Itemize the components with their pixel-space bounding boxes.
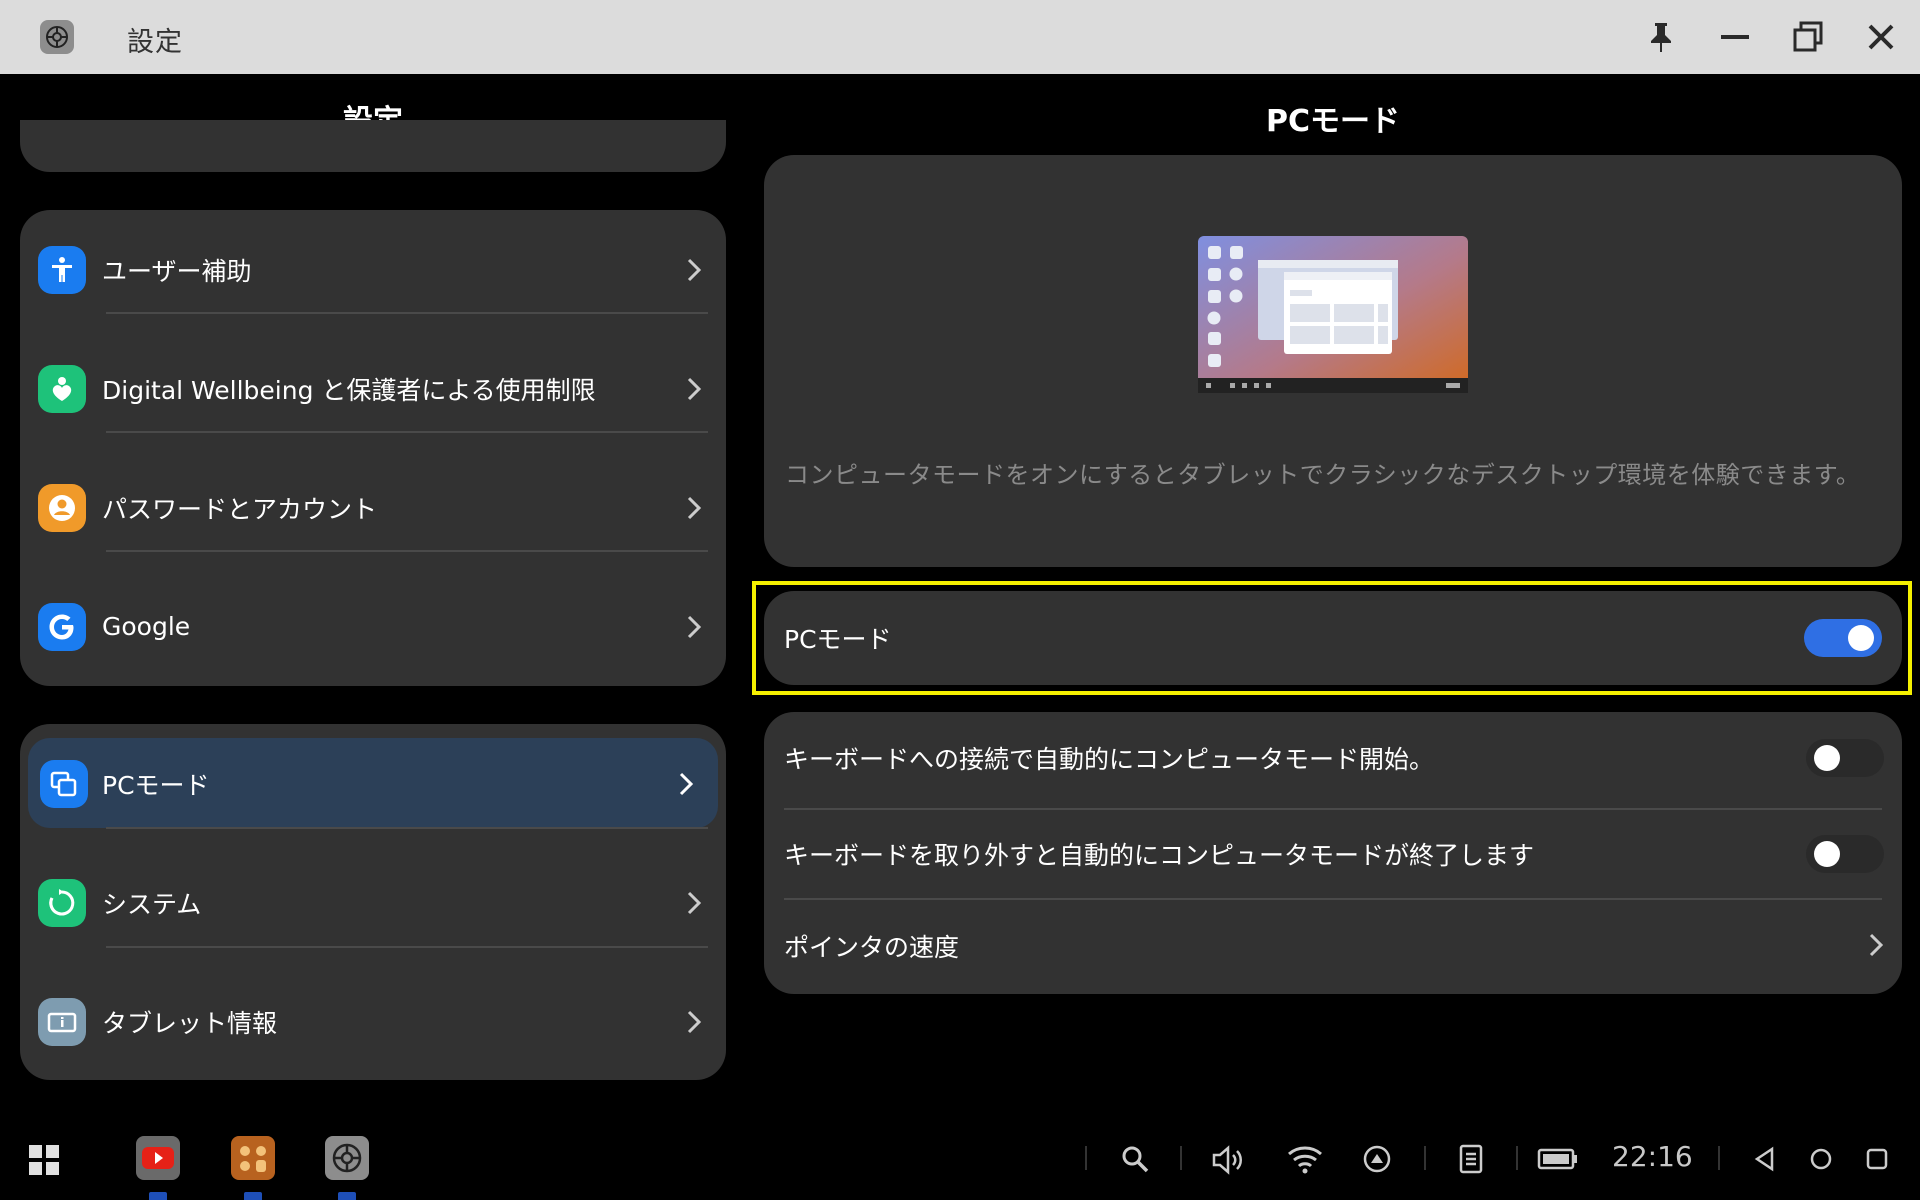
sidebar-item-google[interactable]: Google (20, 567, 726, 686)
search-button[interactable] (1118, 1142, 1152, 1176)
app-grid-button[interactable] (24, 1140, 64, 1180)
taskbar-divider (1718, 1146, 1720, 1170)
sidebar-item-label: パスワードとアカウント (102, 494, 378, 524)
pc-mode-options-card: キーボードへの接続で自動的にコンピュータモード開始。 キーボードを取り外すと自動… (764, 712, 1902, 994)
calculator-icon (231, 1136, 275, 1180)
settings-group-1: ユーザー補助 Digital Wellbeing と保護者による使用制限 パスワ… (20, 210, 726, 686)
wifi-button[interactable] (1286, 1142, 1324, 1178)
battery-indicator[interactable] (1536, 1144, 1580, 1174)
sidebar-item-label: ユーザー補助 (102, 256, 252, 286)
sidebar-item-label: システム (102, 889, 202, 919)
sidebar-item-label: Digital Wellbeing と保護者による使用制限 (102, 375, 596, 405)
taskbar-divider (1516, 1146, 1518, 1170)
sidebar-item-tablet-info[interactable]: タブレット情報 (20, 962, 726, 1080)
settings-app-icon (40, 20, 74, 54)
wellbeing-icon (38, 364, 86, 413)
divider (106, 312, 708, 314)
annotation-highlight-box (752, 581, 1912, 695)
chevron-right-icon (1868, 932, 1884, 962)
back-icon (1754, 1146, 1774, 1172)
settings-app[interactable] (325, 1136, 369, 1180)
account-icon (38, 483, 86, 532)
restore-button[interactable] (1785, 14, 1831, 60)
wifi-icon (1288, 1146, 1322, 1174)
toggle-knob (1814, 745, 1840, 771)
chevron-right-icon (680, 613, 708, 641)
auto-start-toggle[interactable] (1806, 739, 1884, 777)
desktop-illustration (1198, 236, 1468, 397)
home-button[interactable] (1806, 1144, 1836, 1174)
chevron-right-icon (680, 1008, 708, 1036)
running-indicator (338, 1192, 356, 1200)
back-button[interactable] (1750, 1144, 1780, 1174)
divider (106, 431, 708, 433)
chevron-right-icon (680, 256, 708, 284)
title-bar: 設定 (0, 0, 1920, 74)
notes-icon (1459, 1144, 1483, 1174)
home-icon (1810, 1148, 1832, 1170)
notes-button[interactable] (1456, 1142, 1486, 1176)
chevron-right-icon (680, 494, 708, 522)
sidebar-item-system[interactable]: システム (20, 843, 726, 962)
previous-settings-card (20, 120, 726, 172)
running-indicator (149, 1192, 167, 1200)
auto-start-on-keyboard-row[interactable]: キーボードへの接続で自動的にコンピュータモード開始。 (764, 712, 1902, 804)
sidebar-item-pc-mode[interactable]: PCモード (20, 724, 726, 843)
volume-button[interactable] (1210, 1142, 1246, 1178)
auto-start-label: キーボードへの接続で自動的にコンピュータモード開始。 (784, 745, 1435, 774)
search-icon (1122, 1146, 1149, 1173)
recents-icon (1866, 1148, 1888, 1170)
divider (106, 827, 708, 829)
auto-exit-on-detach-row[interactable]: キーボードを取り外すと自動的にコンピュータモードが終了します (764, 810, 1902, 898)
settings-icon (325, 1136, 369, 1180)
restore-icon (1793, 21, 1823, 52)
recents-button[interactable] (1862, 1144, 1892, 1174)
right-pane-title: PCモード (1265, 104, 1400, 139)
cast-icon (1363, 1145, 1391, 1173)
clock[interactable]: 22:16 (1612, 1140, 1693, 1173)
taskbar-divider (1424, 1146, 1426, 1170)
cast-button[interactable] (1360, 1142, 1394, 1176)
pc-mode-description: コンピュータモードをオンにするとタブレットでクラシックなデスクトップ環境を体験で… (785, 461, 1861, 489)
divider (106, 946, 708, 948)
minimize-icon (1721, 35, 1749, 39)
close-button[interactable] (1858, 14, 1904, 60)
pc-mode-icon (40, 759, 88, 808)
toggle-knob (1814, 841, 1840, 867)
calculator-app[interactable] (231, 1136, 275, 1180)
pin-icon (1651, 23, 1671, 52)
accessibility-icon (38, 245, 86, 294)
sidebar-item-label: Google (102, 612, 191, 641)
pc-mode-intro-card: コンピュータモードをオンにするとタブレットでクラシックなデスクトップ環境を体験で… (764, 155, 1902, 567)
pointer-speed-label: ポインタの速度 (784, 933, 960, 962)
system-icon (38, 878, 86, 927)
window-title: 設定 (127, 27, 183, 58)
chevron-right-icon (680, 889, 708, 917)
app-grid-icon (29, 1145, 59, 1175)
pointer-speed-row[interactable]: ポインタの速度 (764, 900, 1902, 992)
volume-icon (1212, 1145, 1242, 1175)
running-indicator (244, 1192, 262, 1200)
close-icon (1868, 24, 1894, 50)
auto-exit-label: キーボードを取り外すと自動的にコンピュータモードが終了します (784, 841, 1535, 870)
settings-group-2: PCモード システム タブレット情報 (20, 724, 726, 1080)
chevron-right-icon (672, 770, 700, 798)
sidebar-item-label: PCモード (102, 770, 210, 800)
sidebar-item-label: タブレット情報 (102, 1008, 278, 1038)
taskbar-divider (1085, 1146, 1087, 1170)
auto-exit-toggle[interactable] (1806, 835, 1884, 873)
taskbar-divider (1180, 1146, 1182, 1170)
google-icon (38, 602, 86, 651)
tablet-info-icon (38, 997, 86, 1046)
youtube-icon (136, 1136, 180, 1180)
youtube-app[interactable] (136, 1136, 180, 1180)
minimize-button[interactable] (1712, 14, 1758, 60)
battery-icon (1537, 1148, 1577, 1170)
pin-button[interactable] (1638, 14, 1684, 60)
chevron-right-icon (680, 375, 708, 403)
divider (106, 550, 708, 552)
